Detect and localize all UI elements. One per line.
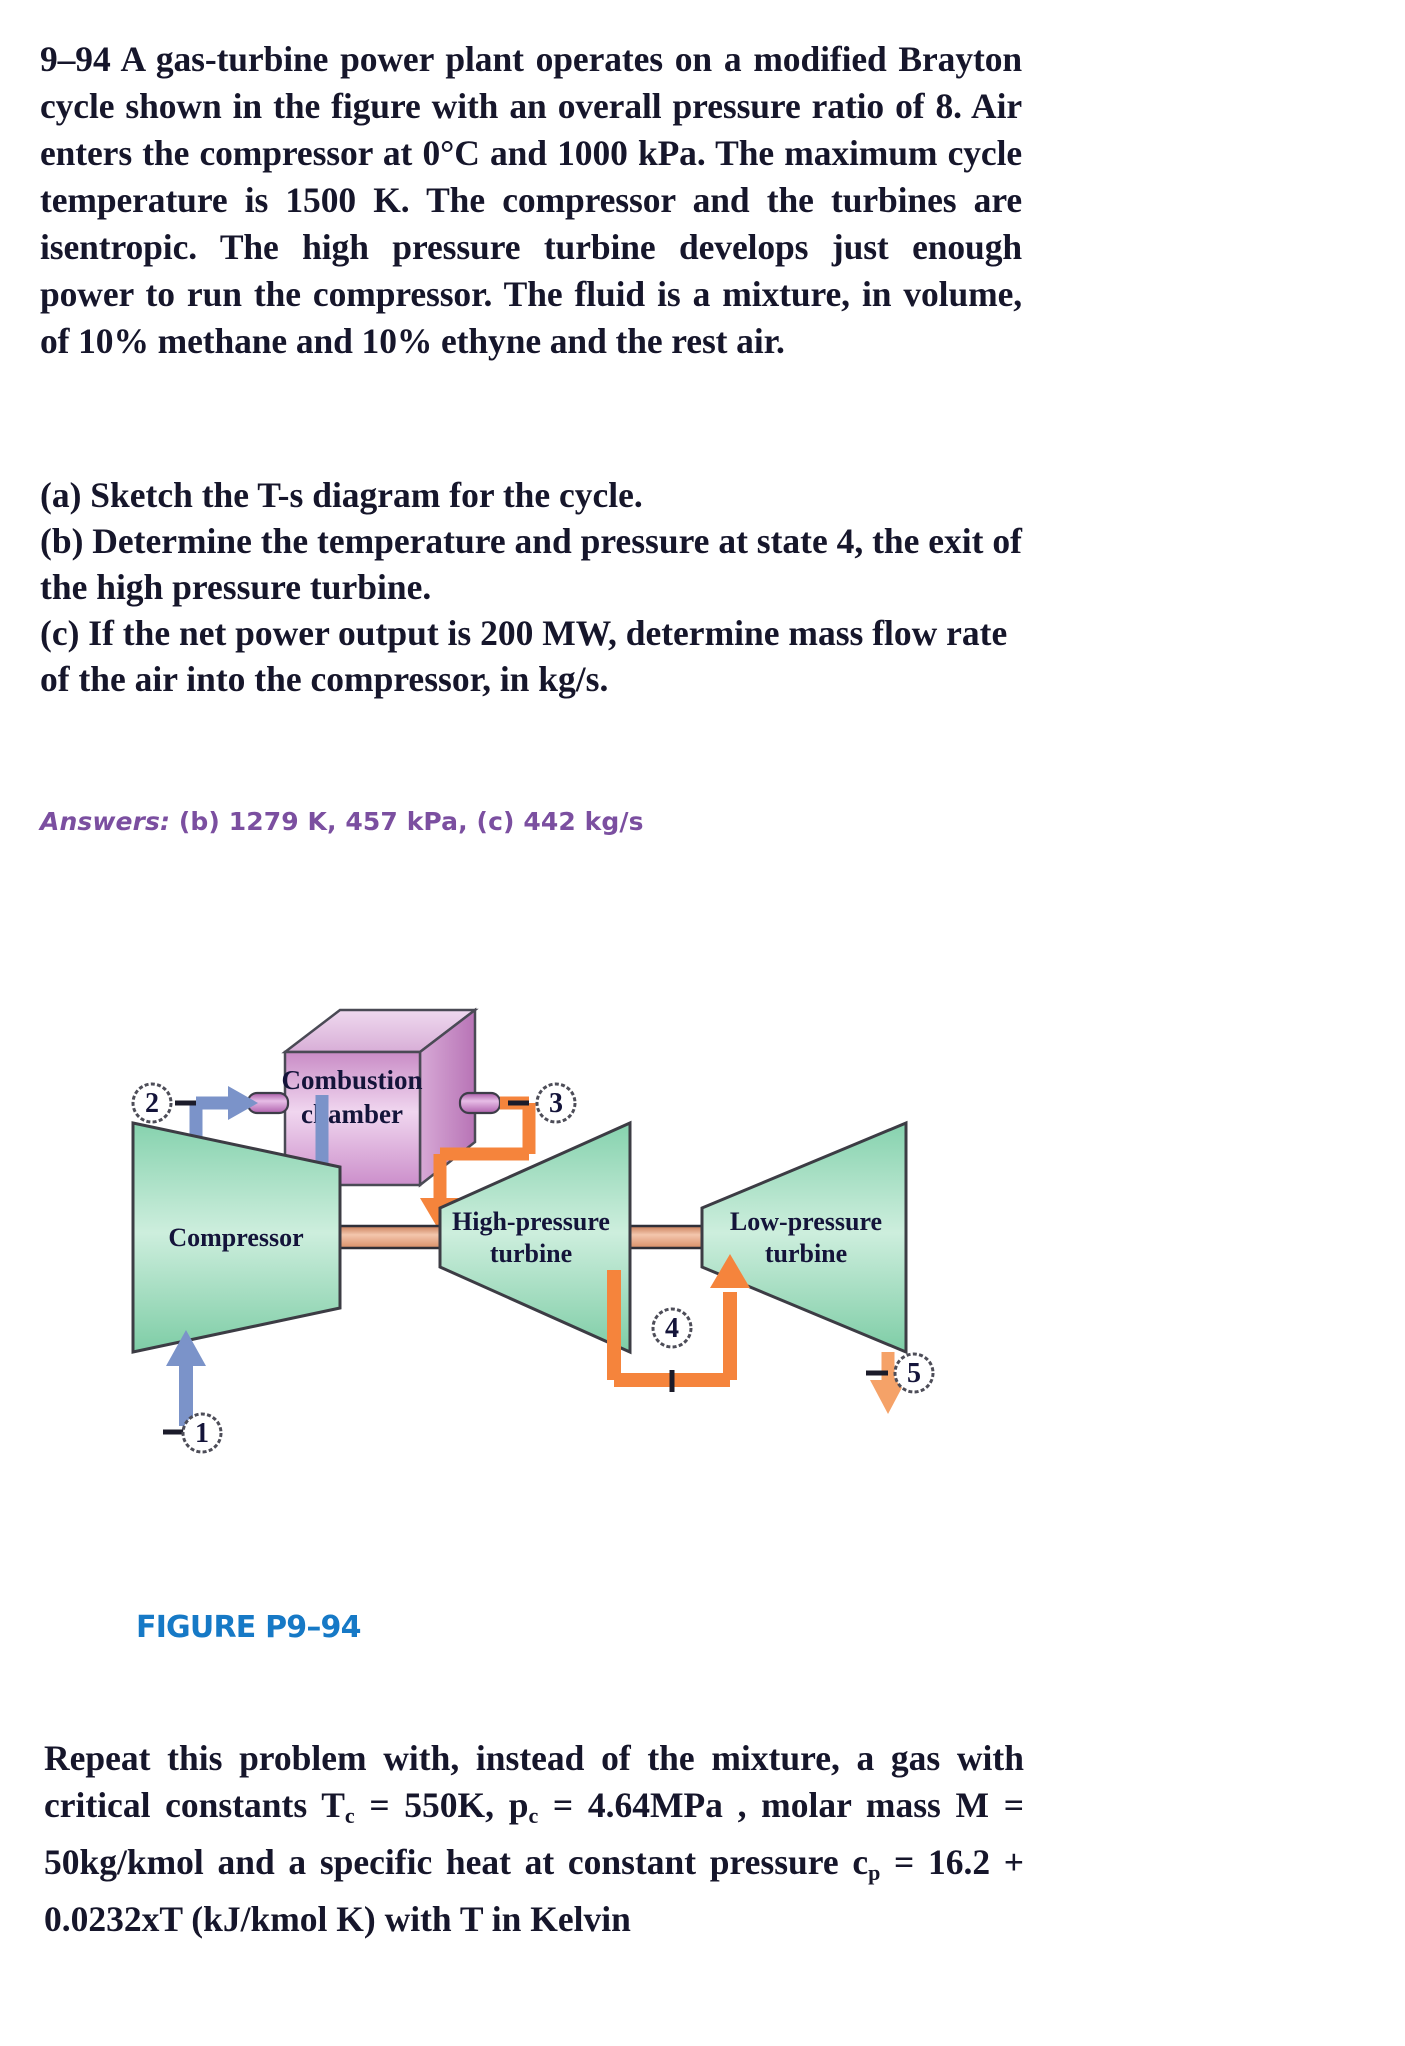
followup-question: Repeat this problem with, instead of the… [44, 1735, 1024, 1943]
low-pressure-turbine-label-line2: turbine [765, 1239, 847, 1268]
state-marker-1: 1 [163, 1412, 223, 1454]
problem-number: 9–94 [40, 39, 111, 79]
followup-question-text: Repeat this problem with, instead of the… [44, 1738, 1024, 1940]
shaft-compressor-hpt [338, 1224, 442, 1250]
answers-values: (b) 1279 K, 457 kPa, (c) 442 kg/s [178, 807, 644, 836]
problem-part-c: (c) If the net power output is 200 MW, d… [40, 613, 1008, 699]
state-3-number: 3 [549, 1088, 563, 1119]
state-marker-2: 2 [131, 1082, 196, 1124]
state-marker-3: 3 [508, 1082, 577, 1124]
compressor-label: Compressor [168, 1223, 303, 1252]
state-5-number: 5 [907, 1358, 921, 1389]
shaft-right [628, 1224, 704, 1250]
problem-part-b: (b) Determine the temperature and pressu… [40, 521, 1022, 607]
answers-line: Answers: (b) 1279 K, 457 kPa, (c) 442 kg… [40, 807, 644, 836]
problem-parts: (a) Sketch the T-s diagram for the cycle… [40, 472, 1030, 702]
state-2-number: 2 [145, 1088, 159, 1119]
high-pressure-turbine-label-line2: turbine [490, 1239, 572, 1268]
problem-statement: 9–94 A gas-turbine power plant operates … [40, 36, 1022, 365]
cold-pipe-arrowhead [228, 1086, 258, 1120]
cycle-schematic-figure: Combustion chamber Compressor High-press… [0, 880, 1020, 1600]
shaft-left [338, 1224, 442, 1250]
chamber-outlet-port [458, 1091, 502, 1115]
textbook-problem-page: 9–94 A gas-turbine power plant operates … [0, 0, 1405, 2046]
problem-part-a: (a) Sketch the T-s diagram for the cycle… [40, 475, 643, 515]
answers-label: Answers: [40, 807, 171, 836]
state-1-number: 1 [195, 1418, 209, 1449]
low-pressure-turbine-label-line1: Low-pressure [730, 1207, 882, 1236]
figure-caption: FIGURE P9–94 [136, 1610, 361, 1645]
problem-statement-text: A gas-turbine power plant operates on a … [40, 39, 1022, 361]
state-4-number: 4 [665, 1313, 679, 1344]
shaft-hpt-lpt [628, 1224, 704, 1250]
high-pressure-turbine-label-line1: High-pressure [452, 1207, 610, 1236]
combustion-chamber-label-line1: Combustion [281, 1065, 422, 1095]
